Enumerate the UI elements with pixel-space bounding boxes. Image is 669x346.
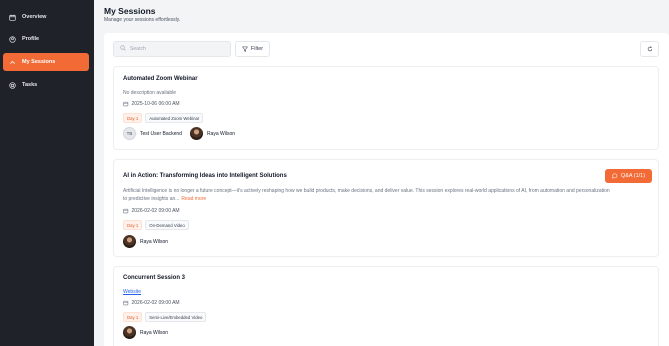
session-title[interactable]: Automated Zoom Webinar bbox=[123, 76, 198, 82]
calendar-icon bbox=[123, 208, 132, 214]
session-tags: Day 1 Automated Zoom Webinar bbox=[123, 113, 204, 123]
refresh-icon bbox=[647, 46, 653, 52]
filter-label: Filter bbox=[250, 46, 264, 52]
description-line: Artificial Intelligence is no longer a f… bbox=[123, 188, 610, 194]
session-card[interactable]: Automated Zoom Webinar No description av… bbox=[113, 66, 659, 150]
website-link[interactable]: Website bbox=[123, 289, 141, 295]
session-people: Raya Wilson bbox=[123, 235, 172, 248]
session-type-badge: On-Demand Video bbox=[145, 220, 189, 230]
session-description: No description available bbox=[123, 90, 177, 96]
page-subtitle: Manage your sessions effortlessly. bbox=[104, 17, 181, 23]
session-card[interactable]: AI in Action: Transforming Ideas into In… bbox=[113, 159, 659, 257]
search-icon bbox=[120, 45, 130, 53]
session-people: Raya Wilson bbox=[123, 326, 172, 339]
person-name: Raya Wilson bbox=[140, 329, 169, 336]
session-type-badge: Automated Zoom Webinar bbox=[145, 113, 204, 123]
filter-button[interactable]: Filter bbox=[235, 41, 270, 57]
session-title[interactable]: Concurrent Session 3 bbox=[123, 275, 185, 281]
day-badge: Day 1 bbox=[123, 312, 143, 322]
sessions-panel: Filter Automated Zoom Webinar No descrip… bbox=[104, 33, 669, 346]
session-date: 2026-02-02 09:00 AM bbox=[123, 300, 180, 306]
session-date: 2026-02-02 09:00 AM bbox=[123, 208, 180, 214]
sidebar-item-overview[interactable]: Overview bbox=[3, 8, 89, 26]
read-more-link[interactable]: Read more bbox=[181, 196, 206, 202]
qa-button[interactable]: Q&A (1/1) bbox=[605, 169, 652, 183]
sidebar: Overview Profile My Sessions Tasks bbox=[0, 0, 94, 346]
filter-icon bbox=[241, 46, 251, 52]
session-date-text: 2026-02-02 09:00 AM bbox=[131, 300, 180, 306]
person-name: Raya Wilson bbox=[140, 238, 169, 245]
session-card[interactable]: Concurrent Session 3 Website 2026-02-02 … bbox=[113, 266, 659, 346]
sidebar-item-profile[interactable]: Profile bbox=[3, 30, 89, 48]
session-date-text: 2026-02-02 09:00 AM bbox=[131, 208, 180, 214]
session-description: Artificial Intelligence is no longer a f… bbox=[123, 187, 653, 203]
day-badge: Day 1 bbox=[123, 220, 143, 230]
sidebar-item-label: Tasks bbox=[22, 82, 38, 88]
search-input[interactable] bbox=[130, 46, 230, 52]
sidebar-item-label: Overview bbox=[22, 14, 47, 20]
session-type-badge: Semi-Live/Embedded Video bbox=[145, 312, 207, 322]
user-icon bbox=[8, 35, 16, 43]
session-tags: Day 1 On-Demand Video bbox=[123, 220, 189, 230]
person[interactable]: Raya Wilson bbox=[123, 235, 168, 248]
avatar bbox=[189, 127, 203, 140]
refresh-button[interactable] bbox=[640, 41, 659, 57]
search-box[interactable] bbox=[113, 41, 231, 57]
calendar-icon bbox=[8, 13, 16, 21]
session-people: TB Test User Backend Raya Wilson bbox=[123, 127, 239, 140]
chat-icon bbox=[612, 173, 621, 179]
session-date-text: 2025-10-06 06:00 AM bbox=[131, 101, 180, 107]
chevron-up-icon bbox=[8, 58, 16, 66]
calendar-icon bbox=[123, 300, 132, 306]
person-name: Raya Wilson bbox=[206, 130, 236, 137]
main-content: My Sessions Manage your sessions effortl… bbox=[94, 0, 669, 346]
person[interactable]: Raya Wilson bbox=[189, 127, 236, 140]
session-date: 2025-10-06 06:00 AM bbox=[123, 101, 180, 107]
target-icon bbox=[8, 81, 16, 89]
person-name: Test User Backend bbox=[140, 130, 182, 137]
avatar: TB bbox=[123, 127, 136, 140]
avatar bbox=[123, 235, 136, 248]
sidebar-item-my-sessions[interactable]: My Sessions bbox=[3, 53, 89, 71]
calendar-icon bbox=[123, 101, 132, 107]
session-title[interactable]: AI in Action: Transforming Ideas into In… bbox=[123, 173, 287, 179]
description-line-2: to predictive insights an... Read more bbox=[123, 196, 207, 202]
person[interactable]: TB Test User Backend bbox=[123, 127, 182, 140]
day-badge: Day 1 bbox=[123, 113, 143, 123]
sidebar-item-label: My Sessions bbox=[22, 59, 56, 65]
person[interactable]: Raya Wilson bbox=[123, 326, 168, 339]
page-title: My Sessions bbox=[104, 6, 156, 16]
avatar bbox=[123, 326, 136, 339]
sidebar-item-tasks[interactable]: Tasks bbox=[3, 76, 89, 94]
session-tags: Day 1 Semi-Live/Embedded Video bbox=[123, 312, 207, 322]
qa-label: Q&A (1/1) bbox=[620, 173, 646, 179]
sidebar-item-label: Profile bbox=[22, 36, 40, 42]
